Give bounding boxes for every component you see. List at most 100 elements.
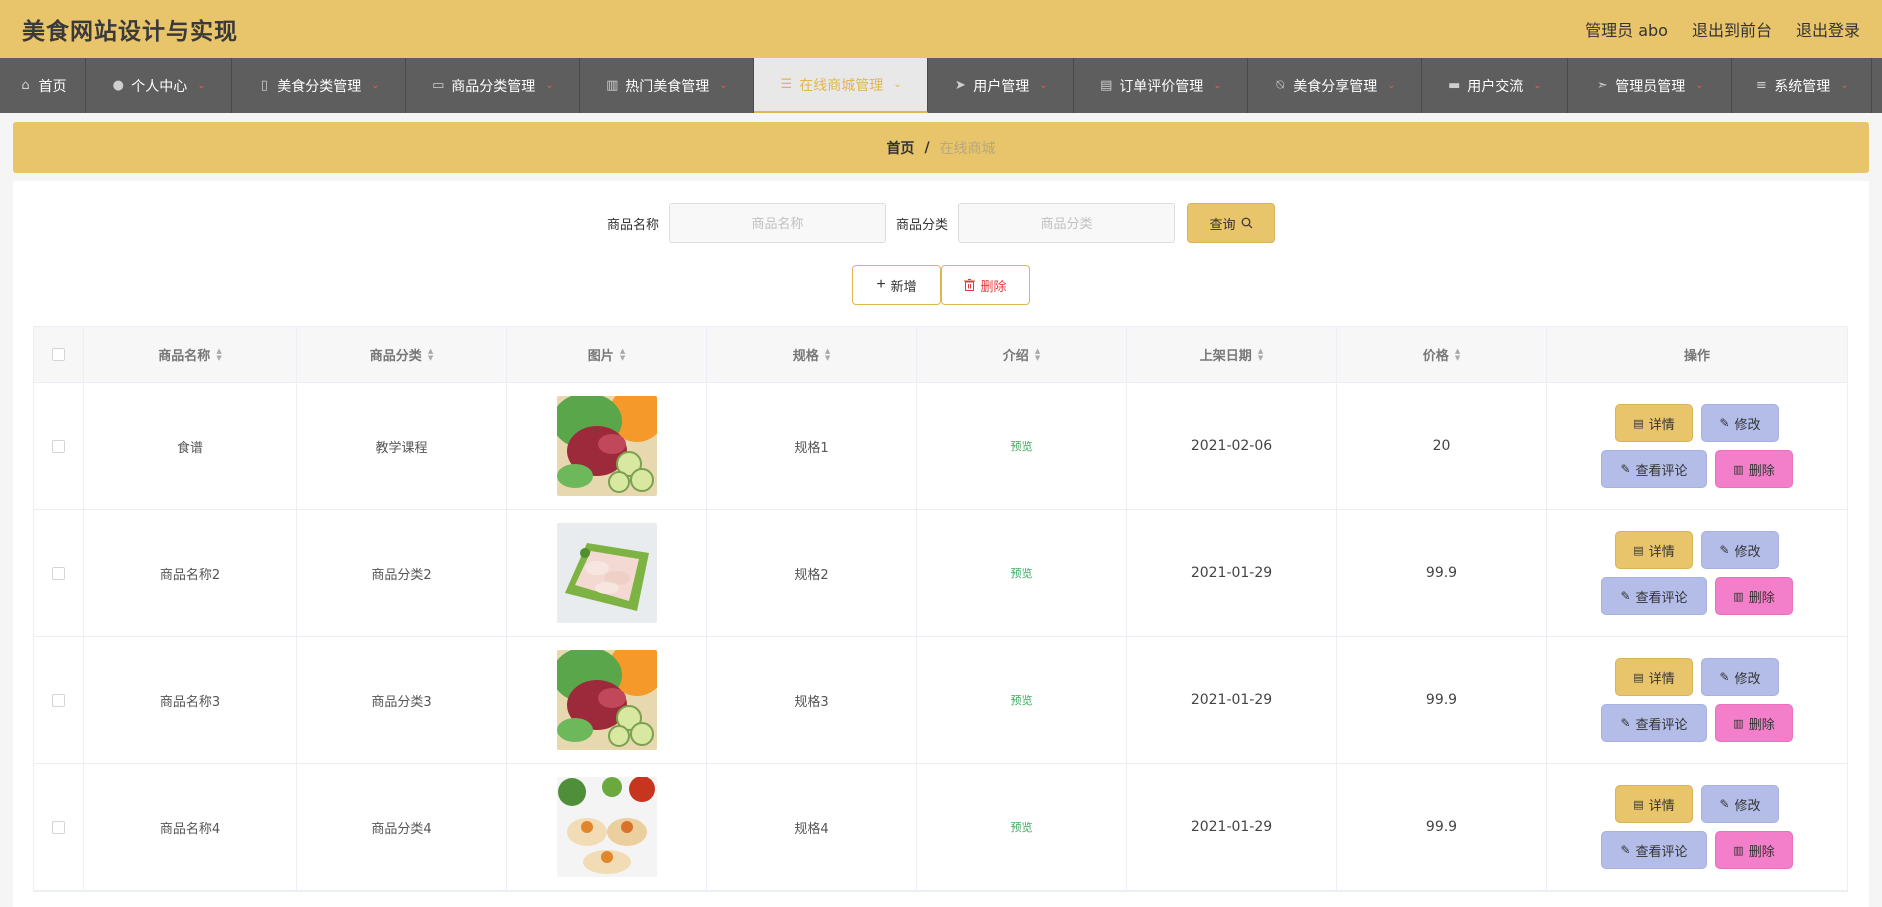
- nav-item-1[interactable]: ● 个人中心 ⌄: [86, 58, 232, 113]
- row-delete-button[interactable]: ▥ 删除: [1715, 450, 1793, 488]
- detail-button[interactable]: ▤ 详情: [1615, 658, 1693, 696]
- user-icon: ●: [112, 77, 124, 93]
- view-comments-button[interactable]: ✎ 查看评论: [1601, 577, 1707, 615]
- nav-item-11[interactable]: ≡ 系统管理 ⌄: [1732, 58, 1872, 113]
- mic-icon: ▯: [260, 77, 268, 93]
- sort-icon[interactable]: ▲ ▼: [1455, 347, 1460, 362]
- column-header-label: 商品名称: [158, 349, 211, 364]
- row-delete-label: 删除: [1748, 717, 1775, 733]
- sort-icon[interactable]: ▲ ▼: [428, 347, 433, 362]
- exit-to-front-link[interactable]: 退出到前台: [1692, 17, 1772, 41]
- nav-item-4[interactable]: ▥ 热门美食管理 ⌄: [580, 58, 754, 113]
- nav-item-6[interactable]: ➤ 用户管理 ⌄: [928, 58, 1074, 113]
- row-checkbox[interactable]: [52, 566, 65, 580]
- cell-product-category: 教学课程: [297, 383, 507, 509]
- row-delete-label: 删除: [1748, 844, 1775, 860]
- nav-item-5[interactable]: ☰ 在线商城管理 ⌄: [754, 58, 928, 113]
- nav-item-2[interactable]: ▯ 美食分类管理 ⌄: [232, 58, 406, 113]
- cell-spec: 规格4: [707, 764, 917, 890]
- preview-link[interactable]: 预览: [1011, 819, 1033, 835]
- batch-delete-button[interactable]: 删除: [941, 265, 1030, 305]
- preview-link[interactable]: 预览: [1011, 438, 1033, 454]
- table-body: 食谱 教学课程 规格1 预览 2021-02-06 20 ▤ 详情 ✎ 修改 ✎ 查看评论 ▥ 删除 商品名…: [34, 383, 1847, 891]
- chevron-down-icon: ⌄: [1533, 80, 1542, 91]
- search-icon: [1241, 217, 1252, 229]
- logout-link[interactable]: 退出登录: [1796, 17, 1860, 41]
- row-delete-button[interactable]: ▥ 删除: [1715, 831, 1793, 869]
- home-icon: ⌂: [21, 77, 30, 93]
- add-button[interactable]: + 新增: [852, 265, 941, 305]
- table-row: 商品名称3 商品分类3 规格3 预览 2021-01-29 99.9 ▤ 详情 ✎ 修改 ✎ 查看评论…: [34, 637, 1847, 764]
- content-panel: 商品名称 商品分类 查询 + 新增 删除 商品名称 ▲▼ 商品分类 ▲▼ 图片 ▲▼ 规格 ▲…: [13, 181, 1869, 907]
- select-all-checkbox[interactable]: [52, 348, 65, 361]
- nav-item-7[interactable]: ▤ 订单评价管理 ⌄: [1074, 58, 1248, 113]
- document-icon: ▤: [1633, 543, 1644, 557]
- column-header-0[interactable]: 商品名称 ▲ ▼: [84, 327, 297, 382]
- product-thumbnail[interactable]: [556, 650, 657, 750]
- view-comments-button[interactable]: ✎ 查看评论: [1601, 831, 1707, 869]
- table-row: 食谱 教学课程 规格1 预览 2021-02-06 20 ▤ 详情 ✎ 修改 ✎ 查看评论 ▥ 删除: [34, 383, 1847, 510]
- product-thumbnail[interactable]: [556, 523, 657, 623]
- send-icon: ➤: [954, 77, 966, 93]
- column-header-3[interactable]: 规格 ▲ ▼: [707, 327, 917, 382]
- column-header-4[interactable]: 介绍 ▲ ▼: [917, 327, 1127, 382]
- row-checkbox[interactable]: [52, 439, 65, 453]
- cell-spec: 规格1: [707, 383, 917, 509]
- cell-operations: ▤ 详情 ✎ 修改 ✎ 查看评论 ▥ 删除: [1547, 383, 1847, 509]
- row-checkbox[interactable]: [52, 820, 65, 834]
- nav-item-label: 商品分类管理: [451, 78, 536, 95]
- row-select-cell: [34, 764, 84, 890]
- cell-date: 2021-02-06: [1127, 383, 1337, 509]
- row-checkbox[interactable]: [52, 693, 65, 707]
- column-header-1[interactable]: 商品分类 ▲ ▼: [297, 327, 507, 382]
- preview-link[interactable]: 预览: [1011, 692, 1033, 708]
- settings-icon: ≡: [1755, 77, 1767, 93]
- product-category-input[interactable]: [958, 203, 1176, 243]
- nav-item-10[interactable]: ➣ 管理员管理 ⌄: [1568, 58, 1732, 113]
- nav-item-label: 系统管理: [1774, 78, 1831, 95]
- nav-item-8[interactable]: ⍉ 美食分享管理 ⌄: [1248, 58, 1422, 113]
- sort-icon[interactable]: ▲ ▼: [216, 347, 221, 362]
- product-thumbnail[interactable]: [556, 777, 657, 877]
- sort-icon[interactable]: ▲ ▼: [1258, 347, 1263, 362]
- top-header: 美食网站设计与实现 管理员 abo 退出到前台 退出登录: [0, 0, 1882, 58]
- sort-icon[interactable]: ▲ ▼: [620, 347, 625, 362]
- sort-icon[interactable]: ▲ ▼: [825, 347, 830, 362]
- monitor-icon: ▭: [432, 77, 445, 93]
- column-header-label: 上架日期: [1199, 349, 1252, 364]
- header-user-area: 管理员 abo 退出到前台 退出登录: [1585, 17, 1860, 41]
- view-comments-button[interactable]: ✎ 查看评论: [1601, 450, 1707, 488]
- nav-item-0[interactable]: ⌂ 首页: [0, 58, 86, 113]
- breadcrumb-current: 在线商城: [939, 140, 996, 157]
- detail-button[interactable]: ▤ 详情: [1615, 531, 1693, 569]
- product-name-input[interactable]: [669, 203, 886, 243]
- preview-link[interactable]: 预览: [1011, 565, 1033, 581]
- trash-icon: ▥: [1733, 843, 1744, 857]
- nav-item-label: 个人中心: [131, 78, 188, 95]
- view-comments-button[interactable]: ✎ 查看评论: [1601, 704, 1707, 742]
- product-thumbnail[interactable]: [556, 396, 657, 496]
- detail-label: 详情: [1648, 798, 1675, 814]
- edit-button[interactable]: ✎ 修改: [1701, 531, 1779, 569]
- detail-button[interactable]: ▤ 详情: [1615, 404, 1693, 442]
- action-bar: + 新增 删除: [13, 265, 1869, 305]
- detail-button[interactable]: ▤ 详情: [1615, 785, 1693, 823]
- column-header-6[interactable]: 价格 ▲ ▼: [1337, 327, 1547, 382]
- column-header-2[interactable]: 图片 ▲ ▼: [507, 327, 707, 382]
- breadcrumb-home[interactable]: 首页: [886, 138, 914, 158]
- edit-button[interactable]: ✎ 修改: [1701, 785, 1779, 823]
- row-select-cell: [34, 383, 84, 509]
- sort-icon[interactable]: ▲ ▼: [1035, 347, 1040, 362]
- row-delete-button[interactable]: ▥ 删除: [1715, 704, 1793, 742]
- trash-icon: ▥: [1733, 462, 1744, 476]
- edit-button[interactable]: ✎ 修改: [1701, 658, 1779, 696]
- nav-item-9[interactable]: ▬ 用户交流 ⌄: [1422, 58, 1568, 113]
- column-header-5[interactable]: 上架日期 ▲ ▼: [1127, 327, 1337, 382]
- edit-button[interactable]: ✎ 修改: [1701, 404, 1779, 442]
- nav-item-3[interactable]: ▭ 商品分类管理 ⌄: [406, 58, 580, 113]
- row-delete-button[interactable]: ▥ 删除: [1715, 577, 1793, 615]
- view-comments-label: 查看评论: [1635, 844, 1688, 860]
- query-button[interactable]: 查询: [1187, 203, 1276, 243]
- chevron-down-icon: ⌄: [1213, 80, 1222, 91]
- select-all-cell: [34, 327, 84, 382]
